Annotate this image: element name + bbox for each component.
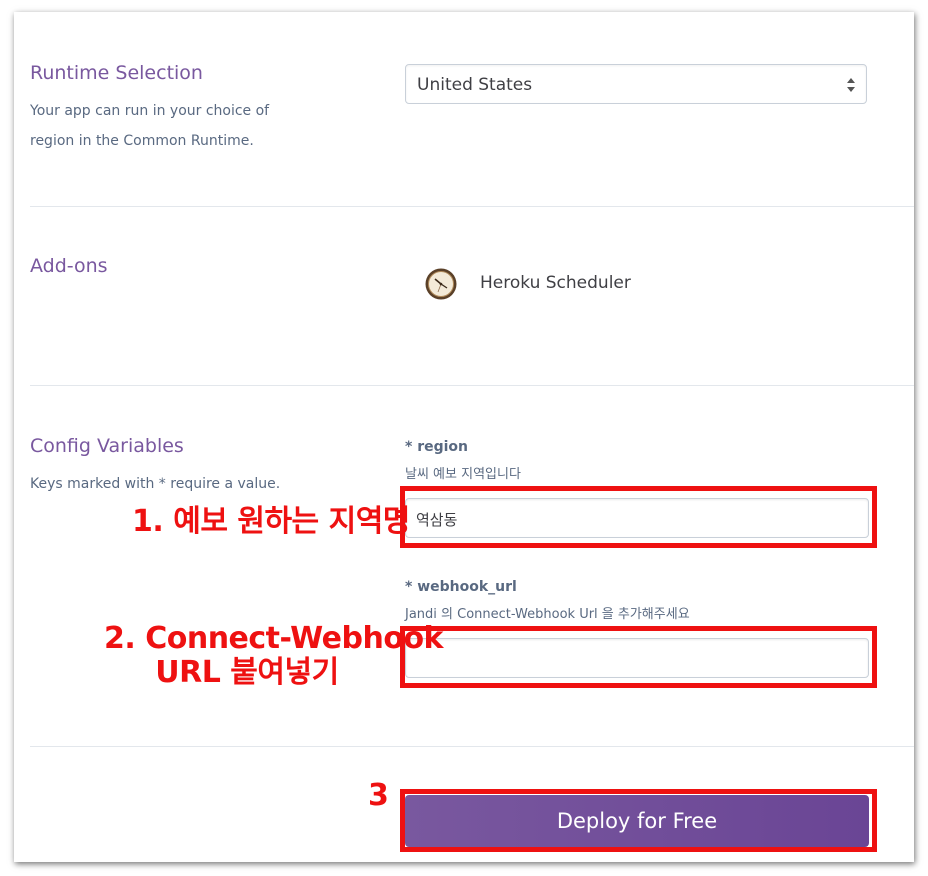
- runtime-section-description: Your app can run in your choice of regio…: [30, 96, 290, 156]
- config-section-description: Keys marked with * require a value.: [30, 476, 281, 492]
- step3-annotation: 3: [368, 778, 389, 813]
- runtime-section-title: Runtime Selection: [30, 62, 203, 84]
- divider: [30, 746, 914, 747]
- divider: [30, 385, 914, 386]
- step1-highlight-box: [400, 486, 877, 548]
- addons-section-title: Add-ons: [30, 255, 108, 277]
- addon-name: Heroku Scheduler: [480, 273, 631, 293]
- step1-annotation: 1. 예보 원하는 지역명: [132, 504, 410, 539]
- step2-annotation-line1: 2. Connect-Webhook: [104, 621, 444, 656]
- runtime-desc-line1: Your app can run in your choice of: [30, 103, 270, 119]
- webhook-field-key: * webhook_url: [405, 579, 517, 595]
- divider: [30, 206, 914, 207]
- region-field-key: * region: [405, 439, 468, 455]
- step2-annotation-line2: URL 붙여넣기: [155, 655, 339, 690]
- step2-highlight-box: [400, 626, 877, 688]
- region-field-description: 날씨 예보 지역입니다: [405, 467, 521, 482]
- region-select[interactable]: United States: [405, 64, 867, 104]
- region-select-value: United States: [417, 75, 533, 95]
- config-section-title: Config Variables: [30, 435, 184, 457]
- runtime-desc-line2: region in the Common Runtime.: [30, 133, 254, 149]
- select-arrows-icon: [847, 78, 855, 92]
- clock-icon: [425, 268, 457, 300]
- webhook-field-description: Jandi 의 Connect-Webhook Url 을 추가해주세요: [405, 607, 690, 622]
- step3-highlight-box: [400, 789, 877, 852]
- deploy-form: Runtime Selection Your app can run in yo…: [14, 12, 914, 862]
- step2-annotation: 2. Connect-Webhook URL 붙여넣기: [104, 621, 444, 690]
